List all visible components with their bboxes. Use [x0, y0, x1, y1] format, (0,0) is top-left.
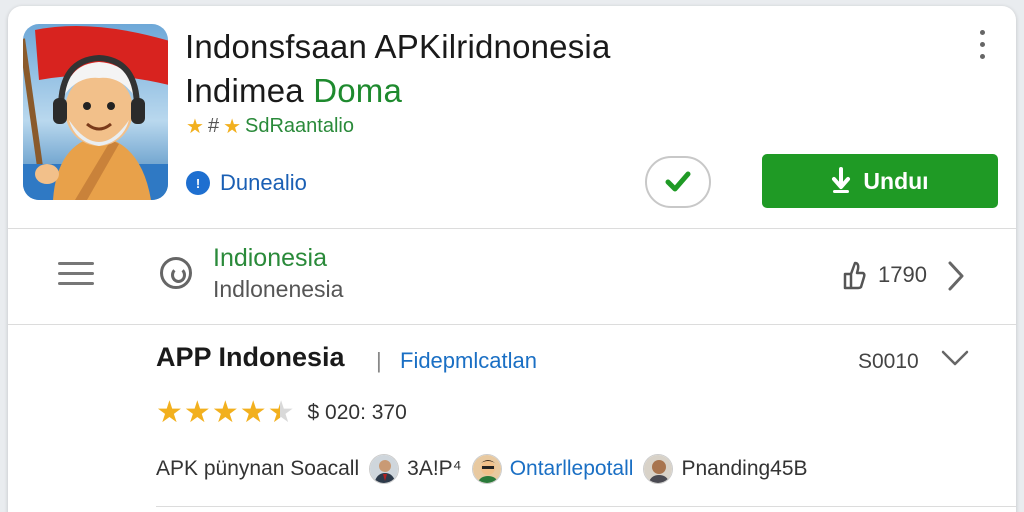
star-icon: ★ — [186, 116, 204, 138]
developer-row[interactable]: ! Dunealio — [186, 170, 307, 196]
app-title-line-2: Indimea Doma — [185, 72, 402, 110]
rating-label: SdRaantalio — [245, 115, 354, 137]
like-button[interactable]: 1790 — [842, 260, 927, 290]
chevron-right-icon[interactable] — [946, 260, 966, 297]
divider — [8, 324, 1016, 325]
person-3: Pnanding45B — [681, 457, 808, 480]
menu-icon[interactable] — [58, 262, 94, 286]
app-title-main: Indimea — [185, 72, 304, 109]
separator: | — [376, 348, 382, 373]
like-count: 1790 — [878, 262, 927, 287]
install-button[interactable]: Unduı — [762, 154, 998, 208]
people-row: APK pünynan Soacall 3A!P⁴ Ontarllepotall — [156, 454, 808, 484]
download-icon — [832, 167, 851, 193]
person-1: 3A!P⁴ — [407, 457, 462, 480]
category-title[interactable]: Indionesia — [213, 244, 327, 273]
avatar[interactable] — [369, 454, 400, 484]
category-subtitle: Indlonenesia — [213, 276, 344, 302]
app-size: S0010 — [858, 350, 919, 373]
person-2[interactable]: Ontarllepotall — [510, 457, 634, 481]
star-icon: ★ — [183, 396, 211, 429]
verify-button[interactable] — [645, 156, 711, 208]
star-rating: ★ ★ ★ ★ ★ $ 020: 370 — [156, 398, 407, 428]
rating-hash: # — [207, 115, 220, 137]
star-icon: ★ — [223, 116, 241, 138]
app-title-line-1: Indonsfsaan APKilridnonesia — [185, 28, 611, 65]
more-vert-icon[interactable] — [974, 30, 990, 66]
app-header: Indonsfsaan APKilridnonesia Indimea Doma… — [8, 6, 1016, 228]
divider — [156, 506, 1016, 507]
rating-row: ★ # ★ SdRaantalio — [186, 114, 354, 139]
install-label: Unduı — [863, 167, 929, 194]
avatar[interactable] — [471, 454, 502, 484]
category-icon — [160, 257, 192, 289]
star-icon: ★ — [156, 396, 183, 429]
thumb-up-icon — [843, 261, 866, 290]
people-prefix: APK pünynan Soacall — [156, 457, 360, 480]
app-mascot-icon[interactable] — [23, 24, 168, 200]
price: $ 020: 370 — [307, 401, 407, 424]
app-card: Indonsfsaan APKilridnonesia Indimea Doma… — [8, 6, 1016, 512]
divider — [8, 228, 1016, 229]
developer-badge-icon: ! — [186, 171, 210, 195]
star-icon: ★ — [211, 396, 239, 429]
check-icon — [665, 171, 691, 192]
star-half-icon: ★ — [267, 396, 295, 429]
avatar[interactable] — [643, 454, 674, 484]
chevron-down-icon[interactable] — [940, 348, 970, 373]
developer-label[interactable]: Dunealio — [220, 170, 307, 196]
category-link[interactable]: Fidepmlcatlan — [400, 348, 537, 374]
app-title-accent: Doma — [313, 72, 403, 109]
star-icon: ★ — [239, 396, 267, 429]
app-name: APP Indonesia — [156, 342, 345, 372]
